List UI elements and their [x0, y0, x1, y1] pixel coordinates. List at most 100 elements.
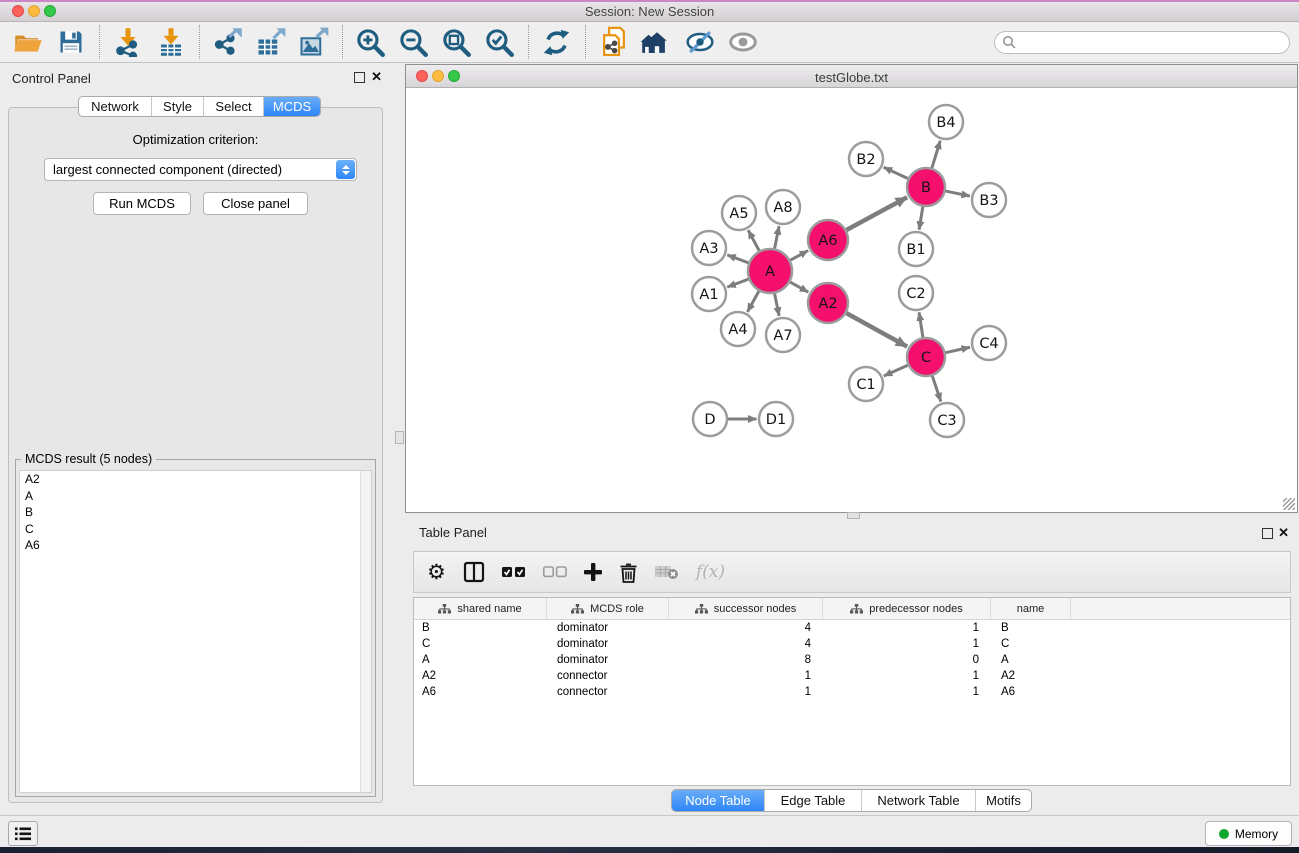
import-network-icon[interactable]: [109, 24, 146, 60]
function-builder-icon[interactable]: f(x): [696, 559, 725, 585]
tab-select[interactable]: Select: [203, 97, 263, 116]
tab-motifs[interactable]: Motifs: [975, 790, 1031, 811]
tab-network[interactable]: Network: [79, 97, 151, 116]
table-cell[interactable]: A2: [991, 670, 1071, 682]
table-cell[interactable]: connector: [547, 686, 669, 698]
export-table-icon[interactable]: [252, 24, 289, 60]
vertical-splitter-handle[interactable]: [847, 512, 860, 519]
column-header-successor-nodes[interactable]: successor nodes: [669, 598, 823, 619]
home-icon[interactable]: [638, 24, 675, 60]
search-input[interactable]: [1020, 33, 1289, 51]
edge-B-B1[interactable]: [919, 207, 923, 230]
search-field[interactable]: [994, 31, 1290, 54]
save-session-icon[interactable]: [52, 24, 89, 60]
result-list-item[interactable]: B: [20, 504, 371, 521]
open-session-icon[interactable]: [9, 24, 46, 60]
export-network-icon[interactable]: [209, 24, 246, 60]
edge-A-A1[interactable]: [727, 279, 748, 287]
delete-column-icon[interactable]: [619, 559, 638, 585]
table-row[interactable]: Cdominator41C: [414, 636, 1290, 652]
table-row[interactable]: A2connector11A2: [414, 668, 1290, 684]
table-cell[interactable]: B: [991, 622, 1071, 634]
copy-network-icon[interactable]: [595, 24, 632, 60]
tab-edge-table[interactable]: Edge Table: [764, 790, 861, 811]
edge-A-A6[interactable]: [790, 251, 808, 261]
table-cell[interactable]: B: [414, 622, 547, 634]
resize-handle-icon[interactable]: [1283, 498, 1295, 510]
table-cell[interactable]: dominator: [547, 638, 669, 650]
edge-A-A8[interactable]: [775, 226, 780, 248]
close-panel-icon[interactable]: ✕: [1278, 525, 1289, 540]
scrollbar[interactable]: [360, 471, 371, 792]
network-window-title-bar[interactable]: testGlobe.txt: [406, 65, 1297, 88]
table-cell[interactable]: 1: [823, 638, 991, 650]
table-row[interactable]: A6connector11A6: [414, 684, 1290, 700]
delete-table-icon[interactable]: [655, 559, 679, 585]
table-cell[interactable]: 4: [669, 638, 823, 650]
edge-A-A3[interactable]: [727, 255, 748, 263]
refresh-icon[interactable]: [538, 24, 575, 60]
edge-A2-C[interactable]: [846, 313, 907, 346]
float-panel-icon[interactable]: [1262, 528, 1273, 539]
show-graphics-icon[interactable]: [724, 24, 761, 60]
tab-mcds[interactable]: MCDS: [263, 97, 320, 116]
zoom-selected-icon[interactable]: [481, 24, 518, 60]
column-header-shared-name[interactable]: shared name: [414, 598, 547, 619]
edge-A-A4[interactable]: [747, 291, 758, 312]
column-header-mcds-role[interactable]: MCDS role: [547, 598, 669, 619]
deselect-all-icon[interactable]: [543, 559, 567, 585]
table-cell[interactable]: dominator: [547, 622, 669, 634]
mcds-result-list[interactable]: A2ABCA6: [19, 470, 372, 793]
table-row[interactable]: Bdominator41B: [414, 620, 1290, 636]
result-list-item[interactable]: A6: [20, 537, 371, 554]
memory-button[interactable]: Memory: [1205, 821, 1292, 846]
table-cell[interactable]: A6: [991, 686, 1071, 698]
table-cell[interactable]: A2: [414, 670, 547, 682]
table-cell[interactable]: 1: [823, 670, 991, 682]
zoom-fit-icon[interactable]: [438, 24, 475, 60]
tab-network-table[interactable]: Network Table: [861, 790, 975, 811]
table-cell[interactable]: C: [414, 638, 547, 650]
table-cell[interactable]: 0: [823, 654, 991, 666]
tab-node-table[interactable]: Node Table: [672, 790, 764, 811]
table-cell[interactable]: 1: [823, 686, 991, 698]
edge-C-C4[interactable]: [946, 347, 970, 352]
table-cell[interactable]: 8: [669, 654, 823, 666]
table-cell[interactable]: A6: [414, 686, 547, 698]
tab-style[interactable]: Style: [151, 97, 203, 116]
table-cell[interactable]: dominator: [547, 654, 669, 666]
settings-gear-icon[interactable]: ⚙: [427, 559, 446, 585]
edge-A-A2[interactable]: [790, 282, 808, 292]
table-cell[interactable]: connector: [547, 670, 669, 682]
table-cell[interactable]: 1: [823, 622, 991, 634]
edge-C-C2[interactable]: [919, 312, 923, 337]
table-cell[interactable]: 4: [669, 622, 823, 634]
edge-B-B3[interactable]: [946, 191, 970, 196]
zoom-in-icon[interactable]: [352, 24, 389, 60]
edge-B-B4[interactable]: [932, 141, 940, 168]
edge-A6-B[interactable]: [846, 197, 907, 230]
edge-C-C1[interactable]: [884, 365, 908, 376]
zoom-out-icon[interactable]: [395, 24, 432, 60]
split-columns-icon[interactable]: [463, 559, 485, 585]
run-mcds-button[interactable]: Run MCDS: [93, 192, 191, 215]
add-column-icon[interactable]: [584, 559, 602, 585]
edge-A-A5[interactable]: [748, 230, 759, 251]
table-cell[interactable]: 1: [669, 670, 823, 682]
select-all-icon[interactable]: [502, 559, 526, 585]
result-list-item[interactable]: A2: [20, 471, 371, 488]
close-panel-button[interactable]: Close panel: [203, 192, 308, 215]
task-history-button[interactable]: [8, 821, 38, 846]
table-body[interactable]: Bdominator41BCdominator41CAdominator80AA…: [414, 620, 1290, 700]
float-panel-icon[interactable]: [354, 72, 365, 83]
edge-C-C3[interactable]: [932, 376, 941, 402]
criterion-dropdown[interactable]: largest connected component (directed): [44, 158, 357, 181]
column-header-predecessor-nodes[interactable]: predecessor nodes: [823, 598, 991, 619]
table-cell[interactable]: A: [991, 654, 1071, 666]
table-cell[interactable]: C: [991, 638, 1071, 650]
table-cell[interactable]: 1: [669, 686, 823, 698]
table-row[interactable]: Adominator80A: [414, 652, 1290, 668]
edge-A-A7[interactable]: [775, 294, 780, 316]
table-cell[interactable]: A: [414, 654, 547, 666]
column-header-name[interactable]: name: [991, 598, 1071, 619]
